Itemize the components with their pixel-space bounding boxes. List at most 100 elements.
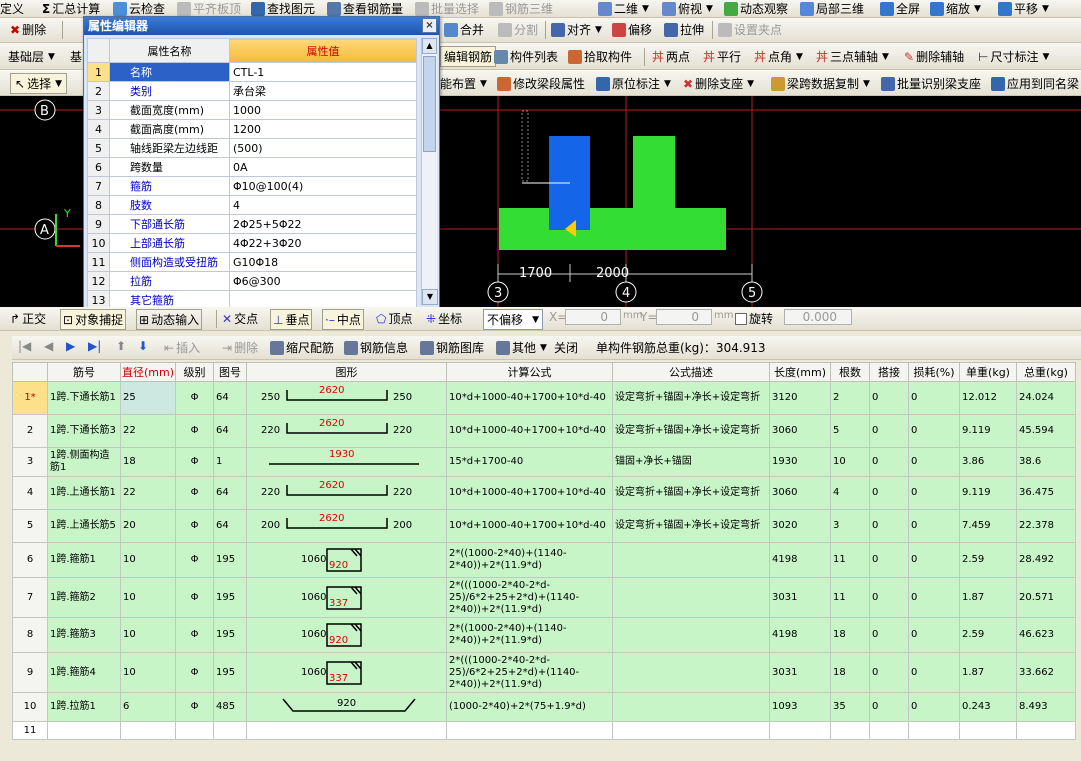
close-panel-button[interactable]: 关闭 [554, 339, 578, 356]
col-header[interactable]: 级别 [175, 362, 214, 382]
property-row[interactable]: 9 下部通长筋 2Φ25+5Φ22 [87, 214, 417, 234]
other-button[interactable]: 其他 ▼ [496, 339, 547, 356]
diameter-cell[interactable]: 18 [120, 447, 176, 477]
grade-cell[interactable]: Φ [175, 476, 214, 510]
table-row[interactable]: 7 1跨.箍筋2 10 Φ 195 1060 337 2*(((1000-2*40-2*d-2… [12, 577, 1076, 618]
formula-cell[interactable]: 10*d+1000-40+1700+10*d-40 [446, 509, 613, 543]
property-value[interactable]: 1000 [229, 100, 417, 120]
property-row[interactable]: 4 截面高度(mm) 1200 [87, 119, 417, 139]
delete-axis-button[interactable]: ✎ 删除辅轴 [904, 48, 964, 65]
shape-cell[interactable]: 220 2620 220 [246, 414, 447, 448]
count-cell[interactable]: 18 [830, 617, 870, 653]
row-number[interactable]: 11 [12, 721, 48, 740]
toolbar-flush-slab[interactable]: 平齐板顶 [177, 0, 241, 17]
property-editor-titlebar[interactable]: 属性编辑器 × [84, 17, 439, 35]
lap-cell[interactable] [869, 721, 909, 740]
row-number[interactable]: 3 [12, 447, 48, 477]
length-cell[interactable]: 4198 [769, 542, 831, 578]
length-cell[interactable]: 1930 [769, 447, 831, 477]
length-cell[interactable]: 3060 [769, 414, 831, 448]
toolbar-pan[interactable]: 平移 ▼ [998, 0, 1049, 17]
diameter-cell[interactable]: 10 [120, 542, 176, 578]
unit-weight-cell[interactable]: 12.012 [959, 381, 1017, 415]
loss-cell[interactable]: 0 [908, 509, 960, 543]
ortho-toggle[interactable]: ↱ 正交 [10, 310, 46, 327]
lap-cell[interactable]: 0 [869, 577, 909, 618]
property-value[interactable]: 4Φ22+3Φ20 [229, 233, 417, 253]
total-weight-cell[interactable]: 45.594 [1016, 414, 1076, 448]
unit-weight-cell[interactable] [959, 721, 1017, 740]
property-value[interactable]: 1200 [229, 119, 417, 139]
row-number[interactable]: 8 [12, 617, 48, 653]
grade-cell[interactable]: Φ [175, 652, 214, 693]
total-weight-cell[interactable]: 33.662 [1016, 652, 1076, 693]
object-snap-toggle[interactable]: ⊡ 对象捕捉 [60, 309, 127, 330]
nav-first[interactable]: |◀ [18, 339, 31, 353]
property-value[interactable]: 0A [229, 157, 417, 177]
table-row[interactable]: 1* 1跨.下通长筋1 25 Φ 64 250 2620 250 10*d+1000-40+17… [12, 381, 1076, 415]
toolbar-view-rebar[interactable]: 查看钢筋量 [327, 0, 403, 17]
formula-desc-cell[interactable]: 锚固+净长+锚固 [612, 447, 770, 477]
row-number[interactable]: 2 [12, 414, 48, 448]
loss-cell[interactable]: 0 [908, 447, 960, 477]
shape-cell[interactable]: 920 [246, 692, 447, 722]
diameter-cell[interactable]: 25 [120, 381, 176, 415]
property-value[interactable]: Φ6@300 [229, 271, 417, 291]
col-header[interactable]: 筋号 [47, 362, 121, 382]
smart-layout-button[interactable]: 能布置 ▼ [440, 75, 487, 92]
delete-button[interactable]: ✖ 删除 [10, 21, 46, 38]
unit-weight-cell[interactable]: 1.87 [959, 652, 1017, 693]
table-row[interactable]: 9 1跨.箍筋4 10 Φ 195 1060 337 2*(((1000-2*40-2*d-2… [12, 652, 1076, 693]
y-input[interactable]: 0 [656, 309, 712, 325]
component-list-button[interactable]: 构件列表 [494, 48, 558, 65]
layer2-select[interactable]: 基 [70, 48, 82, 65]
toolbar-2d[interactable]: 二维 ▼ [598, 0, 649, 17]
property-row[interactable]: 10 上部通长筋 4Φ22+3Φ20 [87, 233, 417, 253]
property-row[interactable]: 11 侧面构造或受扭筋 G10Φ18 [87, 252, 417, 272]
dimension-button[interactable]: ⊢ 尺寸标注 ▼ [978, 48, 1049, 65]
diameter-cell[interactable]: 6 [120, 692, 176, 722]
property-scrollbar[interactable]: ▲ ▼ [421, 38, 438, 305]
toolbar-find[interactable]: 查找图元 [251, 0, 315, 17]
figure-no-cell[interactable]: 64 [213, 414, 247, 448]
formula-cell[interactable] [446, 721, 613, 740]
length-cell[interactable]: 3031 [769, 577, 831, 618]
three-point-axis-button[interactable]: 丼三点辅轴 ▼ [816, 48, 889, 65]
formula-cell[interactable]: 2*(((1000-2*40-2*d-25)/6*2+25+2*d)+(1140… [446, 577, 613, 618]
col-header[interactable]: 损耗(%) [908, 362, 960, 382]
row-number[interactable]: 1* [12, 381, 48, 415]
property-row[interactable]: 1 名称 CTL-1 [87, 62, 417, 82]
shape-cell[interactable]: 1060 920 [246, 617, 447, 653]
rebar-name-cell[interactable]: 1跨.箍筋3 [47, 617, 121, 653]
formula-desc-cell[interactable] [612, 692, 770, 722]
shape-cell[interactable]: 1060 920 [246, 542, 447, 578]
unit-weight-cell[interactable]: 2.59 [959, 542, 1017, 578]
toolbar-topview[interactable]: 俯视 ▼ [662, 0, 713, 17]
toolbar-batch-select[interactable]: 批量选择 [415, 0, 479, 17]
lap-cell[interactable]: 0 [869, 542, 909, 578]
col-header[interactable]: 直径(mm) [120, 362, 176, 382]
formula-desc-cell[interactable] [612, 617, 770, 653]
toolbar-dynamic-view[interactable]: 动态观察 [724, 0, 788, 17]
property-value[interactable]: 2Φ25+5Φ22 [229, 214, 417, 234]
formula-desc-cell[interactable]: 设定弯折+锚固+净长+设定弯折 [612, 509, 770, 543]
formula-desc-cell[interactable]: 设定弯折+锚固+净长+设定弯折 [612, 476, 770, 510]
merge-button[interactable]: 合并 [444, 21, 484, 38]
shape-cell[interactable]: 200 2620 200 [246, 509, 447, 543]
nav-prev[interactable]: ◀ [44, 339, 53, 353]
property-value[interactable]: CTL-1 [229, 62, 417, 82]
loss-cell[interactable]: 0 [908, 577, 960, 618]
perpendicular-snap[interactable]: ⊥ 垂点 [270, 309, 313, 330]
table-row[interactable]: 10 1跨.拉筋1 6 Φ 485 920 (1000-2*40)+2*(75+1.9*d)… [12, 692, 1076, 722]
midpoint-snap[interactable]: ·– 中点 [322, 309, 364, 330]
unit-weight-cell[interactable]: 7.459 [959, 509, 1017, 543]
move-down[interactable]: ⬇ [138, 339, 148, 353]
nav-last[interactable]: ▶| [88, 339, 101, 353]
formula-desc-cell[interactable] [612, 542, 770, 578]
vertex-snap[interactable]: ⬠ 顶点 [376, 310, 412, 327]
total-weight-cell[interactable]: 22.378 [1016, 509, 1076, 543]
unit-weight-cell[interactable]: 9.119 [959, 414, 1017, 448]
count-cell[interactable]: 10 [830, 447, 870, 477]
formula-desc-cell[interactable]: 设定弯折+锚固+净长+设定弯折 [612, 414, 770, 448]
toolbar-zoom[interactable]: 缩放 ▼ [930, 0, 981, 17]
